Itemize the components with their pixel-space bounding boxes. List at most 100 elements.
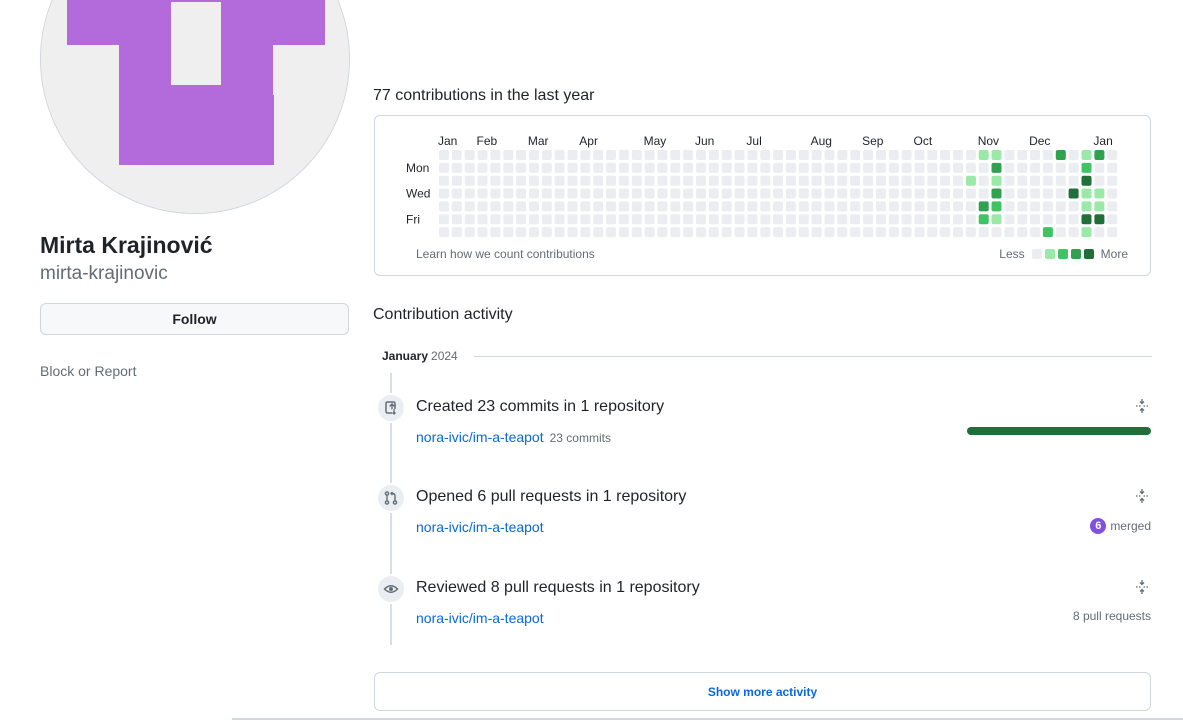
contribution-day-cell[interactable] <box>477 175 488 186</box>
contribution-day-cell[interactable] <box>644 214 655 225</box>
contribution-day-cell[interactable] <box>477 227 488 238</box>
contribution-day-cell[interactable] <box>644 175 655 186</box>
contribution-day-cell[interactable] <box>644 162 655 173</box>
contribution-day-cell[interactable] <box>953 175 963 186</box>
contribution-day-cell[interactable] <box>1081 201 1092 212</box>
contribution-day-cell[interactable] <box>1107 201 1118 212</box>
contribution-day-cell[interactable] <box>1017 214 1028 225</box>
contribution-day-cell[interactable] <box>1017 188 1028 199</box>
contribution-day-cell[interactable] <box>760 201 771 212</box>
contribution-day-cell[interactable] <box>927 227 938 238</box>
contribution-day-cell[interactable] <box>734 162 745 173</box>
repository-link[interactable]: nora-ivic/im-a-teapot <box>416 519 544 535</box>
contribution-day-cell[interactable] <box>567 227 578 238</box>
contribution-day-cell[interactable] <box>503 162 514 173</box>
contribution-day-cell[interactable] <box>914 150 925 160</box>
contribution-day-cell[interactable] <box>567 162 578 173</box>
contribution-day-cell[interactable] <box>798 162 809 173</box>
contribution-day-cell[interactable] <box>927 162 938 173</box>
contribution-day-cell[interactable] <box>657 227 668 238</box>
contribution-day-cell[interactable] <box>1107 188 1118 199</box>
contribution-day-cell[interactable] <box>606 175 616 186</box>
contribution-day-cell[interactable] <box>1004 150 1015 160</box>
contribution-day-cell[interactable] <box>439 162 449 173</box>
contribution-day-cell[interactable] <box>567 150 578 160</box>
contribution-day-cell[interactable] <box>991 227 1002 238</box>
contribution-day-cell[interactable] <box>696 227 706 238</box>
contribution-day-cell[interactable] <box>490 201 501 212</box>
contribution-day-cell[interactable] <box>1081 175 1092 186</box>
contribution-day-cell[interactable] <box>657 175 668 186</box>
contribution-day-cell[interactable] <box>516 227 527 238</box>
contribution-day-cell[interactable] <box>593 175 604 186</box>
contribution-day-cell[interactable] <box>965 188 976 199</box>
contribution-day-cell[interactable] <box>439 150 449 160</box>
contribution-day-cell[interactable] <box>863 201 874 212</box>
contribution-day-cell[interactable] <box>1004 162 1015 173</box>
contribution-day-cell[interactable] <box>747 214 758 225</box>
contribution-day-cell[interactable] <box>593 227 604 238</box>
contribution-day-cell[interactable] <box>721 188 732 199</box>
contribution-day-cell[interactable] <box>451 162 462 173</box>
contribution-day-cell[interactable] <box>953 201 963 212</box>
contribution-day-cell[interactable] <box>1055 175 1066 186</box>
contribution-day-cell[interactable] <box>734 227 745 238</box>
contribution-day-cell[interactable] <box>850 214 861 225</box>
contribution-day-cell[interactable] <box>978 214 989 225</box>
contribution-day-cell[interactable] <box>503 188 514 199</box>
contribution-day-cell[interactable] <box>528 175 539 186</box>
contribution-day-cell[interactable] <box>850 188 861 199</box>
contribution-day-cell[interactable] <box>888 201 899 212</box>
contribution-day-cell[interactable] <box>1107 214 1118 225</box>
contribution-day-cell[interactable] <box>927 201 938 212</box>
contribution-day-cell[interactable] <box>580 214 591 225</box>
contribution-day-cell[interactable] <box>785 214 796 225</box>
contribution-day-cell[interactable] <box>683 214 694 225</box>
contribution-day-cell[interactable] <box>1055 214 1066 225</box>
contribution-day-cell[interactable] <box>503 214 514 225</box>
contribution-day-cell[interactable] <box>875 175 886 186</box>
contribution-day-cell[interactable] <box>824 150 835 160</box>
contribution-day-cell[interactable] <box>503 150 514 160</box>
contribution-day-cell[interactable] <box>811 188 822 199</box>
contribution-day-cell[interactable] <box>1004 214 1015 225</box>
fold-icon[interactable] <box>1134 488 1150 504</box>
contribution-day-cell[interactable] <box>644 150 655 160</box>
block-or-report-link[interactable]: Block or Report <box>40 363 136 379</box>
repository-link[interactable]: nora-ivic/im-a-teapot 23 commits <box>416 429 611 445</box>
contribution-day-cell[interactable] <box>888 175 899 186</box>
contribution-day-cell[interactable] <box>528 214 539 225</box>
contribution-day-cell[interactable] <box>940 162 951 173</box>
contribution-day-cell[interactable] <box>670 175 681 186</box>
contribution-day-cell[interactable] <box>850 150 861 160</box>
contribution-day-cell[interactable] <box>451 214 462 225</box>
contribution-day-cell[interactable] <box>1107 175 1118 186</box>
contribution-day-cell[interactable] <box>606 214 616 225</box>
contribution-day-cell[interactable] <box>541 214 552 225</box>
contribution-day-cell[interactable] <box>734 188 745 199</box>
contribution-day-cell[interactable] <box>1068 188 1079 199</box>
contribution-day-cell[interactable] <box>1055 201 1066 212</box>
contribution-day-cell[interactable] <box>940 150 951 160</box>
contribution-day-cell[interactable] <box>734 201 745 212</box>
contribution-day-cell[interactable] <box>696 162 706 173</box>
contribution-day-cell[interactable] <box>1055 150 1066 160</box>
contribution-day-cell[interactable] <box>618 150 629 160</box>
contribution-day-cell[interactable] <box>618 188 629 199</box>
contribution-day-cell[interactable] <box>760 162 771 173</box>
contribution-day-cell[interactable] <box>785 201 796 212</box>
contribution-day-cell[interactable] <box>708 162 719 173</box>
contribution-day-cell[interactable] <box>760 188 771 199</box>
contribution-day-cell[interactable] <box>798 188 809 199</box>
contribution-day-cell[interactable] <box>953 214 963 225</box>
contribution-day-cell[interactable] <box>554 162 565 173</box>
contribution-day-cell[interactable] <box>696 150 706 160</box>
contribution-day-cell[interactable] <box>1068 162 1079 173</box>
contribution-day-cell[interactable] <box>811 227 822 238</box>
contribution-day-cell[interactable] <box>888 150 899 160</box>
contribution-day-cell[interactable] <box>1042 188 1053 199</box>
contribution-day-cell[interactable] <box>953 162 963 173</box>
contribution-day-cell[interactable] <box>439 201 449 212</box>
contribution-day-cell[interactable] <box>837 201 848 212</box>
contribution-day-cell[interactable] <box>554 150 565 160</box>
